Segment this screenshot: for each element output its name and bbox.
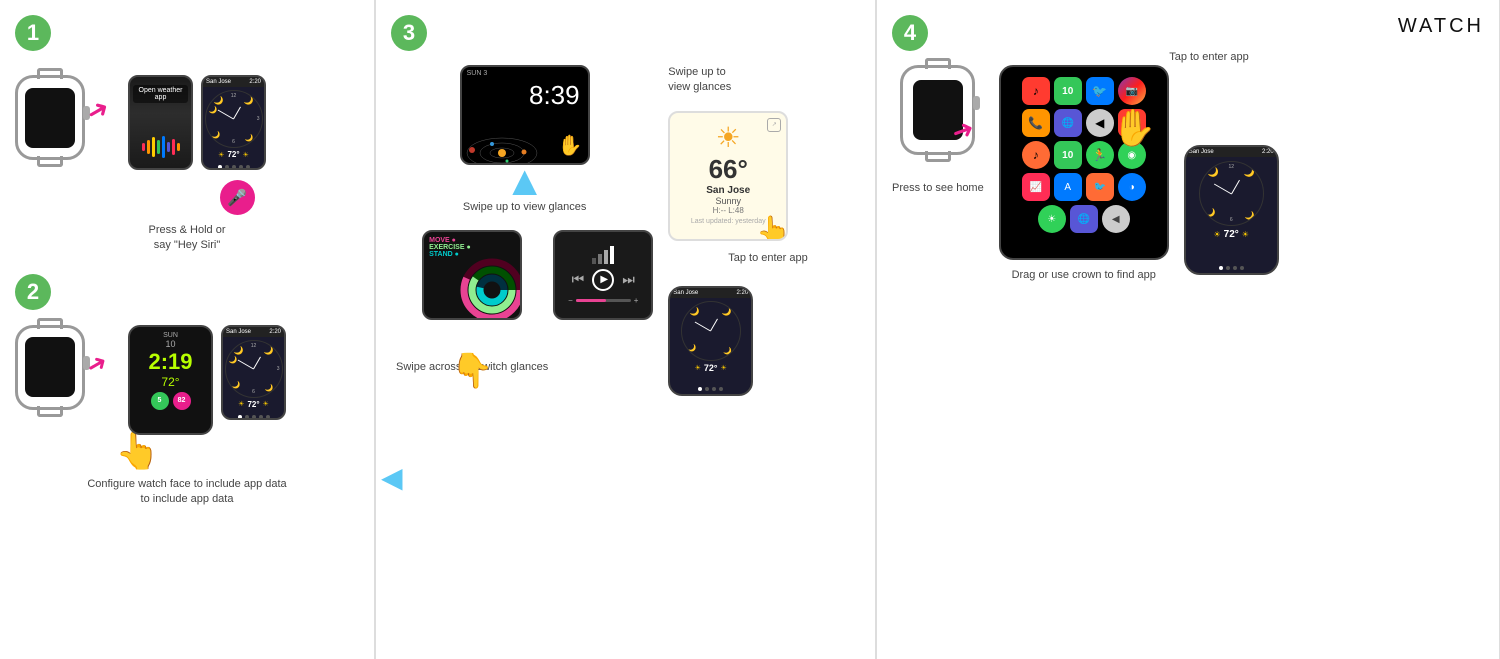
section-1: 1 ➜ Open weather app (0, 0, 375, 659)
weather-watch-small-3: San Jose 2:20 🌙 🌙 🌙 🌙 ☀ (668, 286, 753, 396)
hand-icon-2: 👆 (115, 430, 359, 472)
swipe-up-caption: Swipe up to view glances (463, 200, 587, 215)
music-screen: ⏮ ▶ ⏭ − + (553, 230, 653, 320)
caption-2b: to include app data (15, 492, 359, 507)
date-display-3: SUN 3 (462, 67, 588, 80)
hand-icon-3: 👇 (451, 351, 493, 391)
temp-s2: 72° (161, 375, 179, 389)
badge-steps: 82 (173, 392, 191, 410)
mic-button[interactable]: 🎤 (220, 180, 255, 215)
press-caption: Press to see home (892, 181, 984, 196)
arrow-icon-1: ➜ (81, 92, 115, 130)
step-number-2: 2 (15, 274, 51, 310)
tap-caption-4: Tap to enter app (1169, 50, 1249, 65)
time-label-4: 2:20 (1262, 149, 1274, 155)
apple-watch-brand: WATCH (1393, 15, 1484, 38)
location-label-2: San Jose (226, 329, 251, 335)
temp-label-1: 72° (227, 150, 239, 159)
siri-text: Open weather app (133, 85, 188, 103)
time-label-2: 2:20 (269, 329, 281, 335)
siri-screen: Open weather app (128, 75, 193, 170)
main-time: 2:19 (148, 349, 192, 375)
weather-watch-4: San Jose 2:20 🌙 🌙 🌙 🌙 12 6 (1184, 145, 1279, 275)
solar-screen: SUN 3 8:39 ✋ (460, 65, 590, 165)
step-number-3: 3 (391, 15, 427, 51)
temp-label-4: 72° (1224, 229, 1239, 240)
weather-watch-screen-2: San Jose 2:20 🌙 🌙 🌙 🌙 🌙 12 6 3 (221, 325, 286, 420)
weather-watch-screen-1: San Jose 2:20 🌙 🌙 🌙 🌙 🌙 (201, 75, 266, 170)
caption-1b: say "Hey Siri" (15, 238, 359, 253)
time-label-1: 2:20 (249, 79, 261, 85)
weather-updated: Last updated: yesterday (691, 218, 766, 225)
weather-city-glance: San Jose (706, 185, 750, 196)
date-label: 10 (165, 339, 175, 349)
caption-2: Configure watch face to include app data (15, 477, 359, 492)
tap-caption-3: Tap to enter app (728, 251, 808, 266)
section-4: WATCH 4 ➜ Press to see home Tap to enter… (877, 0, 1500, 659)
swipe-up-arrow: ▲ (504, 160, 546, 202)
time-screen-2: SUN 10 2:19 72° 5 82 (128, 325, 213, 435)
drag-caption: Drag or use crown to find app (1012, 268, 1156, 283)
badge-activity: 5 (151, 392, 169, 410)
day-label: SUN (163, 332, 178, 339)
arrow-icon-2: ➜ (81, 347, 113, 382)
location-label-1: San Jose (206, 79, 231, 85)
step-number-4: 4 (892, 15, 928, 51)
swipe-hand-icon: ✋ (558, 133, 583, 158)
weather-temp-glance: 66° (709, 154, 748, 185)
loc-label-3: San Jose (673, 290, 698, 296)
brand-text: WATCH (1398, 15, 1484, 38)
step-number-1: 1 (15, 15, 51, 51)
app-grid-screen: ♪ 10 🐦 📷 📞 🌐 ◀ ✉ ♪ 10 🏃 ◉ 📈 A 🐦 (999, 65, 1169, 260)
weather-hl: H:-- L:48 (713, 206, 744, 215)
activity-screen: MOVE ● EXERCISE ● STAND ● (422, 230, 522, 320)
temp-label-2: 72° (247, 400, 259, 409)
tap-hand-4: ✋ (1112, 107, 1157, 149)
badges: 5 82 (151, 392, 191, 410)
weather-glance: ↗ ☀ 66° San Jose Sunny H:-- L:48 Last up… (668, 111, 788, 241)
watch-outline-1 (15, 75, 85, 160)
caption-1a: Press & Hold or (15, 223, 359, 238)
tap-hand-glance: 👆 (756, 214, 788, 241)
siri-wave (137, 131, 185, 163)
swipe-up-label: Swipe up toview glances (668, 65, 731, 96)
swipe-left-arrow: ◀ (381, 461, 403, 494)
activity-rings-svg (460, 258, 522, 320)
section-3: 3 SUN 3 8:39 (376, 0, 876, 659)
time-label-3: 2:20 (737, 290, 749, 296)
weather-condition: Sunny (715, 196, 741, 206)
loc-label-4: San Jose (1189, 149, 1214, 155)
